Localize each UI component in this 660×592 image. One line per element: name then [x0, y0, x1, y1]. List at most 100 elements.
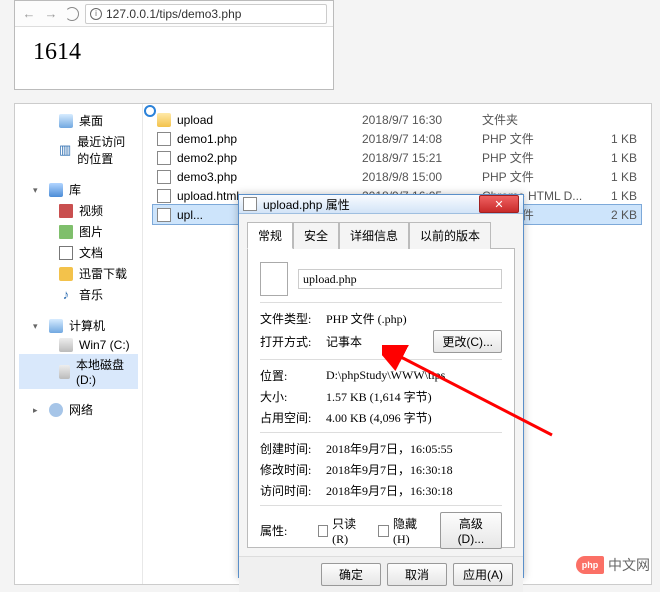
dialog-body: 常规 安全 详细信息 以前的版本 文件类型:PHP 文件 (.php) 打开方式… — [239, 214, 523, 556]
page-content: 1614 — [15, 27, 333, 78]
hidden-checkbox[interactable]: 隐藏(H) — [378, 515, 427, 547]
tab-security[interactable]: 安全 — [293, 222, 339, 249]
file-name: demo3.php — [177, 170, 237, 184]
music-icon: ♪ — [59, 288, 73, 302]
value-location: D:\phpStudy\WWW\tips — [326, 368, 502, 383]
file-row[interactable]: demo1.php 2018/9/7 14:08PHP 文件1 KB — [153, 129, 641, 148]
file-row[interactable]: demo2.php2018/9/7 15:21PHP 文件1 KB — [153, 148, 641, 167]
file-date: 2018/9/7 16:30 — [362, 113, 482, 127]
value-accessed: 2018年9月7日，16:30:18 — [326, 482, 502, 499]
dialog-footer: 确定 取消 应用(A) — [239, 556, 523, 592]
chevron-right-icon[interactable]: ▸ — [33, 405, 43, 415]
value-size: 1.57 KB (1,614 字节) — [326, 388, 502, 405]
label-accessed: 访问时间: — [260, 482, 326, 499]
advanced-button[interactable]: 高级(D)... — [440, 512, 502, 549]
recent-icon: ▥ — [59, 143, 71, 157]
file-icon — [157, 170, 171, 184]
sidebar-item-computer[interactable]: ▾计算机 — [19, 315, 138, 336]
change-button[interactable]: 更改(C)... — [433, 330, 502, 353]
tab-previous[interactable]: 以前的版本 — [409, 222, 491, 249]
chevron-down-icon[interactable]: ▾ — [33, 185, 43, 195]
sidebar-item-documents[interactable]: 文档 — [19, 242, 138, 263]
file-icon — [157, 151, 171, 165]
logo-text: 中文网 — [608, 555, 650, 575]
dialog-title: upload.php 属性 — [263, 196, 479, 213]
disk-icon — [59, 338, 73, 352]
file-row[interactable]: upload 2018/9/7 16:30文件夹 — [153, 110, 641, 129]
value-sizedisk: 4.00 KB (4,096 字节) — [326, 409, 502, 426]
properties-dialog: upload.php 属性 ✕ 常规 安全 详细信息 以前的版本 文件类型:PH… — [238, 194, 524, 578]
file-size: 2 KB — [597, 208, 637, 222]
explorer-sidebar: 桌面 ▥最近访问的位置 ▾库 视频 图片 文档 迅雷下载 ♪音乐 ▾计算机 Wi… — [15, 104, 143, 584]
label-location: 位置: — [260, 367, 326, 384]
label-filetype: 文件类型: — [260, 310, 326, 327]
file-icon — [243, 197, 257, 211]
tab-strip: 常规 安全 详细信息 以前的版本 — [247, 222, 515, 249]
file-type: PHP 文件 — [482, 130, 597, 147]
file-icon — [157, 113, 171, 127]
label-attributes: 属性: — [260, 522, 318, 539]
file-name: demo1.php — [177, 132, 237, 146]
tab-details[interactable]: 详细信息 — [339, 222, 409, 249]
file-type-icon — [260, 262, 288, 296]
file-name: demo2.php — [177, 151, 237, 165]
file-name: upl... — [177, 208, 203, 222]
readonly-checkbox[interactable]: 只读(R) — [318, 515, 367, 547]
file-icon — [157, 208, 171, 222]
disk-icon — [59, 365, 70, 379]
sidebar-item-library[interactable]: ▾库 — [19, 179, 138, 200]
info-icon[interactable]: i — [90, 8, 102, 20]
file-row[interactable]: demo3.php 2018/9/8 15:00PHP 文件1 KB — [153, 167, 641, 186]
label-created: 创建时间: — [260, 440, 326, 457]
reload-button[interactable] — [65, 7, 79, 21]
sidebar-item-recent[interactable]: ▥最近访问的位置 — [19, 131, 138, 169]
value-created: 2018年9月7日，16:05:55 — [326, 440, 502, 457]
label-sizedisk: 占用空间: — [260, 409, 326, 426]
file-size: 1 KB — [597, 132, 637, 146]
dialog-titlebar[interactable]: upload.php 属性 ✕ — [239, 195, 523, 214]
back-button[interactable]: ← — [21, 6, 37, 22]
sidebar-item-disk-d[interactable]: 本地磁盘 (D:) — [19, 354, 138, 389]
forward-button[interactable]: → — [43, 6, 59, 22]
file-icon — [157, 189, 171, 203]
chevron-down-icon[interactable]: ▾ — [33, 321, 43, 331]
sidebar-item-desktop[interactable]: 桌面 — [19, 110, 138, 131]
logo-badge: php — [576, 556, 604, 574]
desktop-icon — [59, 114, 73, 128]
sidebar-item-downloads[interactable]: 迅雷下载 — [19, 263, 138, 284]
sidebar-item-music[interactable]: ♪音乐 — [19, 284, 138, 305]
file-name: upload.html — [177, 189, 239, 203]
file-size: 1 KB — [597, 189, 637, 203]
browser-window: ← → i 127.0.0.1/tips/demo3.php 1614 — [14, 0, 334, 90]
watermark-logo: php 中文网 — [576, 555, 650, 575]
file-name: upload — [177, 113, 213, 127]
file-type: PHP 文件 — [482, 168, 597, 185]
value-filetype: PHP 文件 (.php) — [326, 310, 502, 327]
video-icon — [59, 204, 73, 218]
file-icon — [157, 132, 171, 146]
url-text: 127.0.0.1/tips/demo3.php — [106, 7, 241, 21]
value-modified: 2018年9月7日，16:30:18 — [326, 461, 502, 478]
file-type: 文件夹 — [482, 111, 597, 128]
file-date: 2018/9/7 14:08 — [362, 132, 482, 146]
download-icon — [59, 267, 73, 281]
tab-general[interactable]: 常规 — [247, 222, 293, 249]
sidebar-item-network[interactable]: ▸网络 — [19, 399, 138, 420]
address-bar[interactable]: i 127.0.0.1/tips/demo3.php — [85, 4, 327, 24]
apply-button[interactable]: 应用(A) — [453, 563, 513, 586]
library-icon — [49, 183, 63, 197]
filename-input[interactable] — [298, 269, 502, 289]
file-size: 1 KB — [597, 170, 637, 184]
close-button[interactable]: ✕ — [479, 195, 519, 213]
picture-icon — [59, 225, 73, 239]
computer-icon — [49, 319, 63, 333]
document-icon — [59, 246, 73, 260]
file-size: 1 KB — [597, 151, 637, 165]
network-icon — [49, 403, 63, 417]
file-date: 2018/9/8 15:00 — [362, 170, 482, 184]
sidebar-item-disk-c[interactable]: Win7 (C:) — [19, 336, 138, 354]
cancel-button[interactable]: 取消 — [387, 563, 447, 586]
sidebar-item-pictures[interactable]: 图片 — [19, 221, 138, 242]
sidebar-item-video[interactable]: 视频 — [19, 200, 138, 221]
ok-button[interactable]: 确定 — [321, 563, 381, 586]
